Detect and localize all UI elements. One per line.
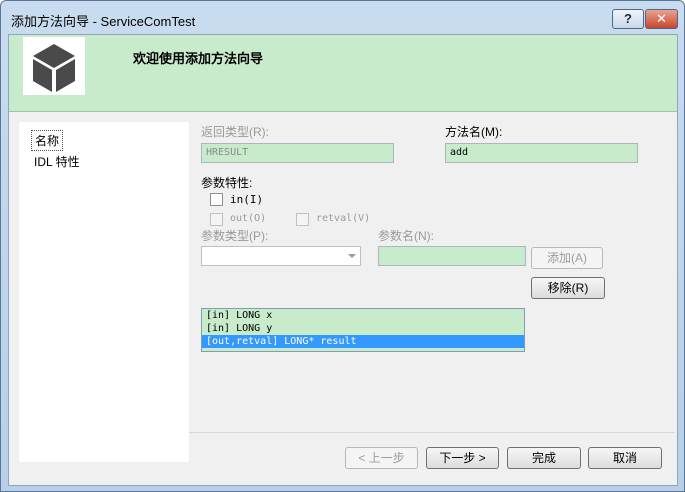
- param-list[interactable]: [in] LONG x [in] LONG y [out,retval] LON…: [201, 308, 525, 352]
- wizard-banner: 欢迎使用添加方法向导: [9, 35, 677, 112]
- close-button[interactable]: ✕: [645, 9, 678, 29]
- nav-item-name[interactable]: 名称: [31, 130, 64, 151]
- param-list-item[interactable]: [in] LONG x: [202, 309, 524, 322]
- wizard-page: 返回类型(R): HRESULT 方法名(M): add 参数特性: in(I)…: [189, 113, 677, 453]
- dialog-client: 欢迎使用添加方法向导 名称 IDL 特性 返回类型(R): HRESULT 方法…: [8, 34, 678, 486]
- finish-button[interactable]: 完成: [507, 447, 581, 469]
- close-icon: ✕: [656, 11, 667, 26]
- return-type-label: 返回类型(R):: [201, 125, 269, 139]
- out-checkbox[interactable]: [210, 213, 223, 226]
- footer-divider: [189, 432, 675, 433]
- nav-item-idl-attributes[interactable]: IDL 特性: [31, 152, 83, 171]
- in-label: in(I): [230, 193, 264, 206]
- cube-icon: [23, 37, 85, 95]
- retval-checkbox[interactable]: [296, 213, 309, 226]
- next-button[interactable]: 下一步 >: [426, 447, 499, 469]
- retval-label: retval(V): [316, 213, 371, 224]
- in-checkbox[interactable]: [210, 193, 223, 206]
- window-title: 添加方法向导 - ServiceComTest: [11, 14, 196, 29]
- param-list-item[interactable]: [out,retval] LONG* result: [202, 335, 524, 348]
- param-type-label: 参数类型(P):: [201, 229, 269, 243]
- method-name-field[interactable]: add: [445, 143, 638, 163]
- back-button[interactable]: < 上一步: [345, 447, 418, 469]
- param-list-item[interactable]: [in] LONG y: [202, 322, 524, 335]
- param-name-label: 参数名(N):: [378, 229, 434, 243]
- dialog-window: 添加方法向导 - ServiceComTest ? ✕ 欢迎使用添加方法向导 名…: [0, 0, 685, 492]
- wizard-nav: 名称 IDL 特性: [19, 122, 189, 462]
- help-icon: ?: [624, 11, 632, 26]
- param-type-combo[interactable]: [201, 246, 361, 266]
- remove-param-button[interactable]: 移除(R): [531, 277, 605, 299]
- add-param-button[interactable]: 添加(A): [531, 247, 603, 269]
- cancel-button[interactable]: 取消: [588, 447, 662, 469]
- return-type-field[interactable]: HRESULT: [201, 143, 394, 163]
- chevron-down-icon: [348, 254, 356, 258]
- banner-title: 欢迎使用添加方法向导: [133, 51, 264, 66]
- out-label: out(O): [230, 213, 267, 224]
- title-bar[interactable]: 添加方法向导 - ServiceComTest ? ✕: [1, 1, 684, 35]
- param-name-field[interactable]: [378, 246, 526, 266]
- method-name-label: 方法名(M):: [445, 125, 503, 139]
- help-button[interactable]: ?: [612, 9, 644, 29]
- param-attrs-label: 参数特性:: [201, 176, 253, 190]
